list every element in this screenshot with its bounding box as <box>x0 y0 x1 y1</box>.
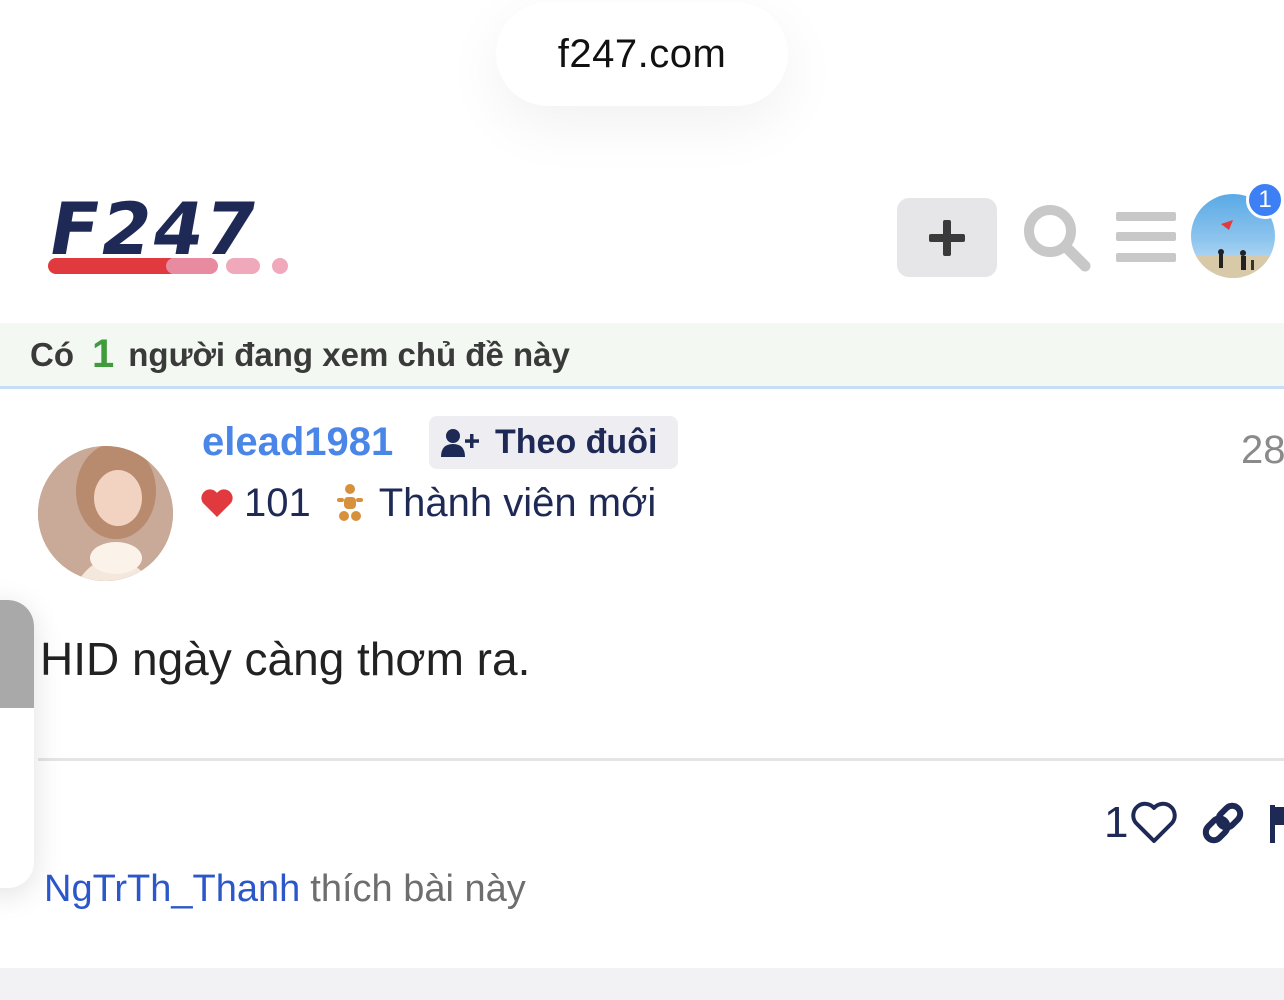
liked-by-line: NgTrTh_Thanh thích bài này <box>44 868 526 911</box>
menu-icon[interactable] <box>1116 210 1176 264</box>
user-plus-icon <box>441 428 479 457</box>
baby-icon <box>336 484 363 521</box>
side-panel-thumb <box>0 600 34 708</box>
heart-icon <box>201 489 233 517</box>
next-post-edge <box>0 968 1284 1000</box>
follow-button[interactable]: Theo đuôi <box>429 416 678 469</box>
author-photo <box>38 446 173 581</box>
follow-label: Theo đuôi <box>495 423 658 461</box>
liked-by-text: thích bài này <box>310 868 526 910</box>
plus-icon <box>929 219 965 256</box>
side-panel-tab[interactable] <box>0 600 34 888</box>
viewers-count: 1 <box>92 332 115 376</box>
add-button[interactable] <box>897 198 997 277</box>
notification-badge: 1 <box>1246 181 1284 219</box>
post-actions: 1 <box>1104 796 1284 850</box>
heart-outline-icon[interactable] <box>1130 801 1178 845</box>
url-bar[interactable]: f247.com <box>496 2 788 106</box>
flag-icon[interactable] <box>1270 801 1284 845</box>
viewers-banner: Có 1 người đang xem chủ đề này <box>0 323 1284 389</box>
search-icon[interactable] <box>1022 203 1092 273</box>
liked-by-username[interactable]: NgTrTh_Thanh <box>44 868 300 910</box>
link-icon[interactable] <box>1198 798 1248 848</box>
page: f247.com F247 1 Có 1 người đang xem chủ … <box>0 0 1284 1000</box>
likes-received: 101 <box>244 480 311 525</box>
url-text: f247.com <box>557 31 727 76</box>
post-author-avatar[interactable] <box>38 446 173 581</box>
post-date[interactable]: 28 <box>1241 428 1284 473</box>
like-count[interactable]: 1 <box>1104 798 1128 848</box>
site-logo[interactable]: F247 <box>48 196 344 278</box>
author-stats: 101 Thành viên mới <box>200 478 656 528</box>
member-rank: Thành viên mới <box>378 480 657 525</box>
viewers-prefix: Có <box>30 335 74 373</box>
divider <box>38 758 1284 761</box>
post-content: HID ngày càng thơm ra. <box>40 633 531 685</box>
viewers-suffix: người đang xem chủ đề này <box>128 335 570 373</box>
post-username[interactable]: elead1981 <box>202 420 393 465</box>
